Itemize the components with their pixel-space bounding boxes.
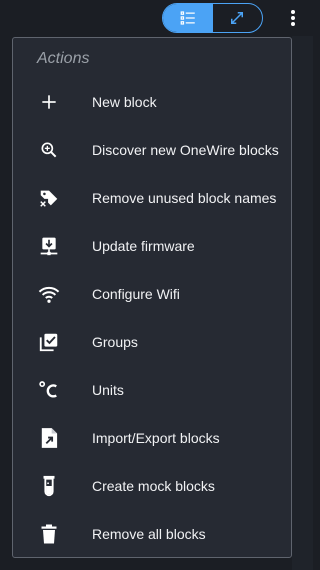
menu-title: Actions xyxy=(37,50,90,67)
menu-item-remove-unused-names[interactable]: Remove unused block names xyxy=(13,174,291,222)
menu-item-import-export[interactable]: Import/Export blocks xyxy=(13,414,291,462)
menu-item-label: Create mock blocks xyxy=(92,478,215,494)
menu-item-label: Configure Wifi xyxy=(92,286,180,302)
menu-item-configure-wifi[interactable]: Configure Wifi xyxy=(13,270,291,318)
menu-item-discover-onewire[interactable]: Discover new OneWire blocks xyxy=(13,126,291,174)
top-toolbar xyxy=(0,0,313,36)
menu-item-label: Remove unused block names xyxy=(92,190,277,206)
wifi-icon xyxy=(37,282,61,306)
menu-item-label: New block xyxy=(92,94,157,110)
actions-menu: Actions New block Discover new OneWire b… xyxy=(12,37,292,558)
expand-diagonal-icon xyxy=(228,9,246,27)
test-tube-icon xyxy=(37,474,61,498)
temperature-celsius-icon xyxy=(37,378,61,402)
expand-view-button[interactable] xyxy=(213,4,263,32)
more-vertical-icon xyxy=(290,9,296,27)
list-view-button[interactable] xyxy=(163,4,213,32)
file-export-icon xyxy=(37,426,61,450)
menu-item-label: Remove all blocks xyxy=(92,526,206,542)
menu-item-units[interactable]: Units xyxy=(13,366,291,414)
menu-item-groups[interactable]: Groups xyxy=(13,318,291,366)
background-panel xyxy=(292,36,313,570)
view-toggle-group xyxy=(162,3,263,33)
menu-item-label: Groups xyxy=(92,334,138,350)
menu-item-label: Units xyxy=(92,382,124,398)
list-icon xyxy=(179,9,197,27)
menu-item-new-block[interactable]: New block xyxy=(13,78,291,126)
trash-icon xyxy=(37,522,61,546)
more-menu-button[interactable] xyxy=(283,7,303,29)
menu-item-remove-all-blocks[interactable]: Remove all blocks xyxy=(13,510,291,558)
menu-item-label: Update firmware xyxy=(92,238,195,254)
menu-item-label: Discover new OneWire blocks xyxy=(92,142,279,158)
menu-item-create-mock-blocks[interactable]: Create mock blocks xyxy=(13,462,291,510)
zoom-plus-icon xyxy=(37,138,61,162)
tag-remove-icon xyxy=(37,186,61,210)
download-network-icon xyxy=(37,234,61,258)
menu-item-label: Import/Export blocks xyxy=(92,430,220,446)
menu-item-update-firmware[interactable]: Update firmware xyxy=(13,222,291,270)
checkbox-multiple-icon xyxy=(37,330,61,354)
plus-icon xyxy=(37,90,61,114)
